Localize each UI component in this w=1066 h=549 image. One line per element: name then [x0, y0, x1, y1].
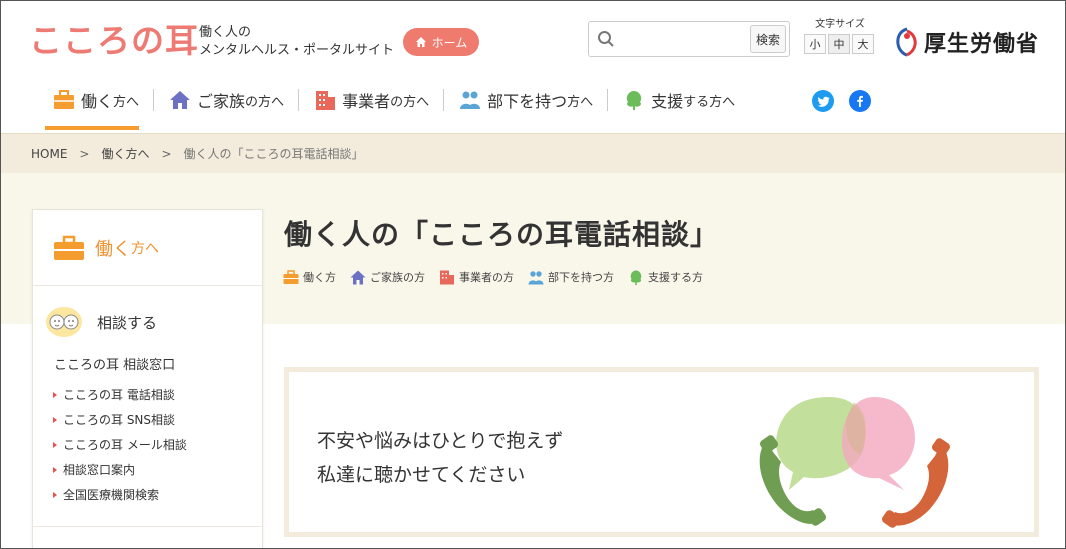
audience-tags: 働く方 ご家族の方 事業者の方 部下を持つ方 支援する方 [283, 269, 703, 285]
ministry-emblem-icon [896, 27, 917, 57]
gnav-workers-label: 働く [81, 92, 114, 111]
tree-icon [626, 91, 642, 110]
tag-managers-label: 部下を持つ方 [548, 271, 614, 284]
tag-family-label: ご家族の方 [370, 271, 425, 284]
sidebar-heading[interactable]: 働く 方へ [33, 210, 262, 286]
facebook-icon[interactable] [849, 90, 871, 112]
search-button[interactable]: 検索 [750, 25, 786, 53]
briefcase-icon [54, 90, 74, 109]
people-icon [460, 91, 481, 109]
gnav-workers-suffix: 方へ [113, 94, 140, 110]
page-frame: こころの耳 働く人の メンタルヘルス・ポータルサイト ホーム 検索 文字サイズ … [0, 0, 1066, 549]
home-icon [415, 37, 426, 47]
building-icon [316, 91, 336, 110]
sidebar: 働く 方へ 相談する こころの耳 相談窓口 こころの耳 電話相談 こころの耳 SN… [32, 209, 263, 548]
sidebar-item-sns-consult[interactable]: こころの耳 SNS相談 [53, 408, 262, 433]
font-size-switcher: 文字サイズ 小 中 大 [804, 19, 876, 54]
breadcrumb-home[interactable]: HOME [31, 147, 67, 161]
consult-faces-icon [46, 307, 82, 337]
global-nav: 働く 方へ ご家族 の方へ 事業者 の方へ 部下を持つ 方へ 支援 する方へ [37, 83, 749, 133]
sidebar-subheading[interactable]: こころの耳 相談窓口 [54, 354, 262, 373]
breadcrumb-separator: > [79, 146, 90, 161]
gnav-supporters-suffix: する方へ [683, 94, 736, 110]
tag-workers-label: 働く方 [303, 271, 336, 284]
font-size-small-button[interactable]: 小 [804, 34, 826, 54]
tag-employers: 事業者の方 [439, 269, 514, 285]
page-title: 働く人の「こころの耳電話相談」 [284, 218, 720, 251]
briefcase-icon [283, 269, 299, 284]
sns-links [812, 90, 871, 112]
gnav-managers[interactable]: 部下を持つ 方へ [443, 83, 607, 117]
breadcrumb-current: 働く人の「こころの耳電話相談」 [183, 147, 364, 161]
gnav-supporters-label: 支援 [651, 92, 684, 111]
font-size-large-button[interactable]: 大 [852, 34, 874, 54]
tag-employers-label: 事業者の方 [459, 271, 514, 284]
breadcrumb-separator: > [161, 146, 172, 161]
house-icon [350, 270, 366, 284]
gnav-supporters[interactable]: 支援 する方へ [607, 83, 749, 117]
breadcrumb-workers[interactable]: 働く方へ [101, 145, 149, 162]
gnav-managers-suffix: 方へ [567, 94, 594, 110]
briefcase-icon [54, 235, 84, 260]
phone-consult-banner: 不安や悩みはひとりで抱えず 私達に聴かせてください [284, 367, 1039, 537]
sidebar-item-consult-guide[interactable]: 相談窓口案内 [53, 458, 262, 483]
tagline-line-2: メンタルヘルス・ポータルサイト [199, 43, 395, 58]
search-icon [598, 31, 614, 47]
gnav-managers-label: 部下を持つ [487, 92, 568, 111]
font-size-medium-button[interactable]: 中 [828, 34, 850, 54]
gnav-workers[interactable]: 働く 方へ [37, 83, 153, 130]
sidebar-heading-label: 働く [95, 238, 131, 260]
breadcrumb: HOME > 働く方へ > 働く人の「こころの耳電話相談」 [1, 133, 1065, 173]
tree-icon [630, 270, 642, 285]
sidebar-divider [33, 526, 262, 527]
banner-message: 不安や悩みはひとりで抱えず 私達に聴かせてください [317, 424, 563, 492]
ministry-logo[interactable]: 厚生労働省 [894, 26, 1039, 58]
facebook-f-icon [857, 95, 863, 107]
tag-supporters-label: 支援する方 [648, 271, 703, 284]
sidebar-link-list: こころの耳 電話相談 こころの耳 SNS相談 こころの耳 メール相談 相談窓口案… [53, 383, 262, 508]
gnav-employers-suffix: の方へ [390, 94, 430, 110]
tag-workers: 働く方 [283, 269, 336, 285]
tagline-line-1: 働く人の [199, 25, 252, 40]
gnav-family-suffix: の方へ [245, 94, 285, 110]
gnav-employers[interactable]: 事業者 の方へ [298, 83, 443, 117]
tag-family: ご家族の方 [350, 269, 425, 285]
tag-supporters: 支援する方 [628, 269, 703, 285]
ministry-name: 厚生労働省 [924, 32, 1040, 57]
search-input[interactable] [621, 28, 735, 50]
twitter-icon[interactable] [812, 90, 834, 112]
home-button-label: ホーム [431, 35, 468, 50]
people-icon [528, 270, 544, 284]
banner-line-2: 私達に聴かせてください [317, 464, 526, 486]
sidebar-category[interactable]: 相談する [33, 286, 262, 338]
sidebar-heading-suffix: 方へ [131, 240, 159, 257]
site-logo[interactable]: こころの耳 [29, 21, 199, 61]
gnav-family-label: ご家族 [197, 92, 246, 111]
building-icon [440, 270, 454, 284]
font-size-label: 文字サイズ [815, 19, 865, 30]
tag-managers: 部下を持つ方 [528, 269, 614, 285]
gnav-employers-label: 事業者 [342, 92, 391, 111]
sidebar-item-hospital-search[interactable]: 全国医療機関検索 [53, 483, 262, 508]
sidebar-item-phone-consult[interactable]: こころの耳 電話相談 [53, 383, 262, 408]
house-icon [170, 91, 191, 109]
search-box: 検索 [588, 21, 790, 57]
sidebar-item-mail-consult[interactable]: こころの耳 メール相談 [53, 433, 262, 458]
banner-line-1: 不安や悩みはひとりで抱えず [317, 430, 564, 452]
gnav-family[interactable]: ご家族 の方へ [153, 83, 298, 117]
site-tagline: 働く人の メンタルヘルス・ポータルサイト [199, 24, 394, 60]
sidebar-category-label: 相談する [97, 313, 158, 332]
phone-speech-bubbles-illustration [759, 397, 950, 528]
home-button[interactable]: ホーム [403, 28, 479, 56]
twitter-bird-icon [816, 96, 829, 107]
